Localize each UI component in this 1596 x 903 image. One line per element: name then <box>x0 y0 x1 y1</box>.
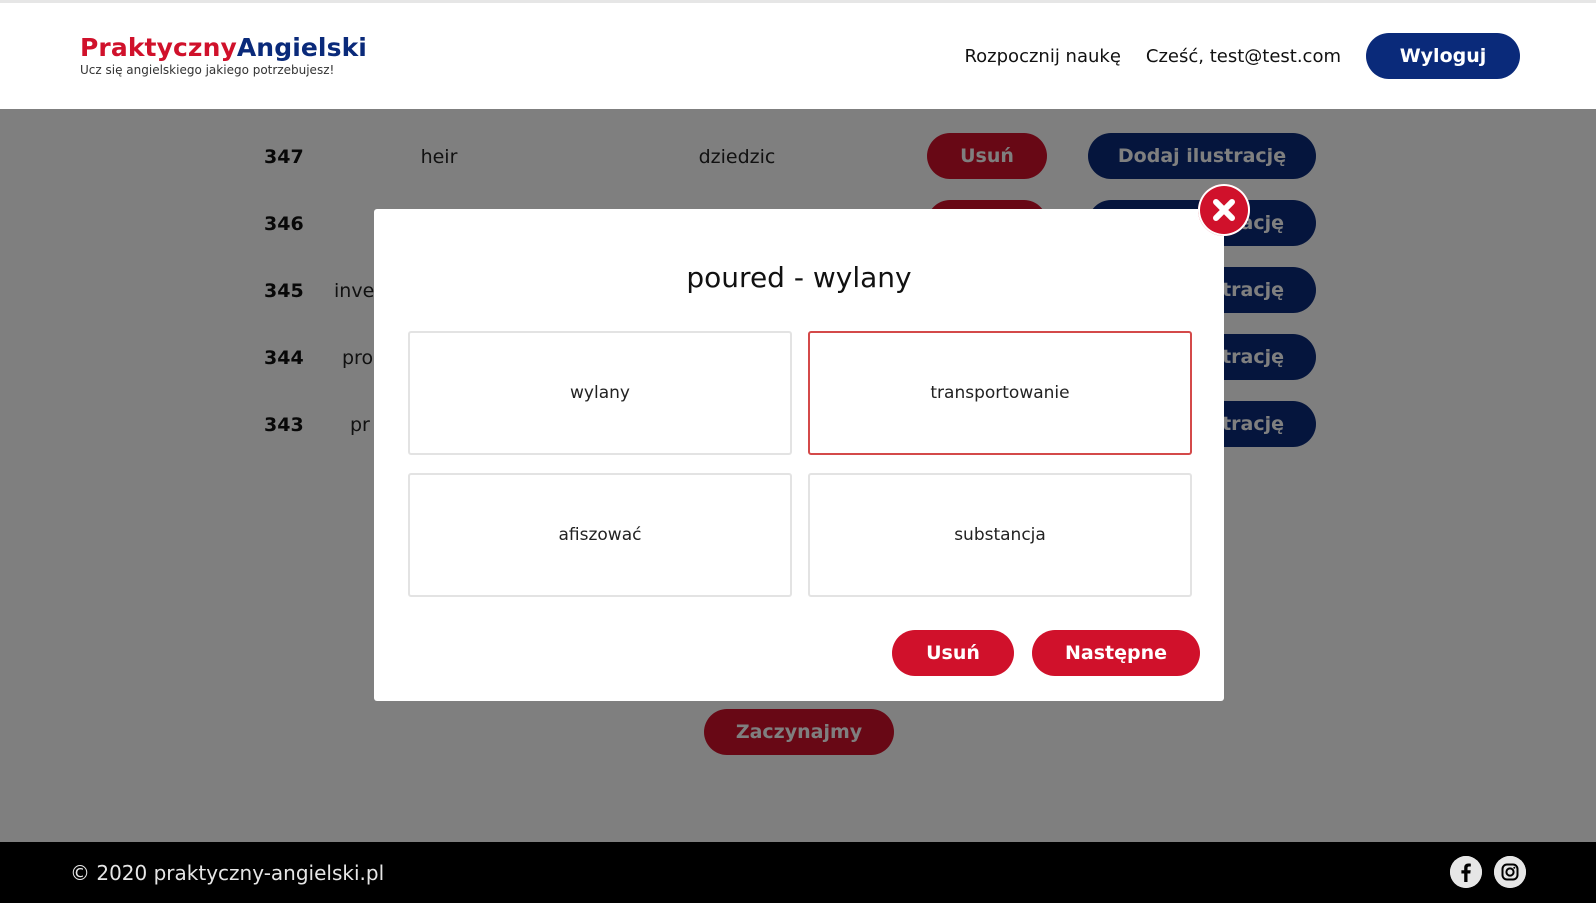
social-links <box>1450 856 1526 888</box>
logo-tagline: Ucz się angielskiego jakiego potrzebujes… <box>80 63 335 77</box>
top-nav: Rozpocznij naukę Cześć, test@test.com Wy… <box>964 33 1520 79</box>
next-button[interactable]: Następne <box>1032 630 1200 676</box>
copyright-text: © 2020 praktyczny-angielski.pl <box>70 861 385 885</box>
answer-option[interactable]: substancja <box>808 473 1192 597</box>
close-icon[interactable] <box>1198 184 1250 236</box>
site-footer: © 2020 praktyczny-angielski.pl <box>0 842 1596 903</box>
logo-part-red: Praktyczny <box>80 33 237 62</box>
facebook-icon[interactable] <box>1450 856 1482 888</box>
logo-part-blue: Angielski <box>236 33 367 62</box>
logo[interactable]: PraktycznyAngielski Ucz się angielskiego… <box>80 33 367 77</box>
logout-button[interactable]: Wyloguj <box>1366 33 1520 79</box>
logo-title: PraktycznyAngielski <box>80 33 367 63</box>
site-header: PraktycznyAngielski Ucz się angielskiego… <box>0 0 1596 109</box>
quiz-modal: poured - wylany wylany transportowanie a… <box>374 209 1224 701</box>
quiz-question: poured - wylany <box>686 261 912 294</box>
answer-option-selected[interactable]: transportowanie <box>808 331 1192 455</box>
nav-start-learning-link[interactable]: Rozpocznij naukę <box>964 46 1120 67</box>
answer-option[interactable]: wylany <box>408 331 792 455</box>
instagram-icon[interactable] <box>1494 856 1526 888</box>
user-greeting: Cześć, test@test.com <box>1145 45 1341 67</box>
modal-delete-button[interactable]: Usuń <box>892 630 1014 676</box>
answer-option[interactable]: afiszować <box>408 473 792 597</box>
